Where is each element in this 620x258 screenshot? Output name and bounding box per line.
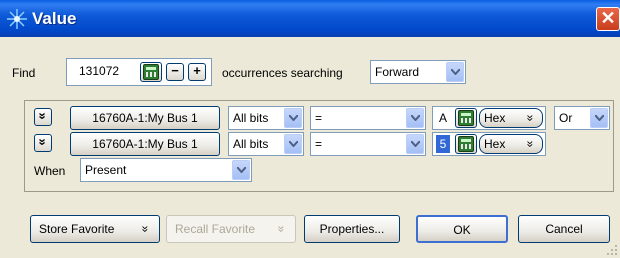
direction-value: Forward (375, 65, 420, 79)
double-chevron-icon: » (138, 225, 153, 233)
value-dialog: Value ✕ Find 131072 − + occurrences sear… (0, 0, 620, 258)
recall-favorite-label: Recall Favorite (175, 222, 256, 236)
row1-bus-button[interactable]: 16760A-1:My Bus 1 (70, 106, 220, 130)
row1-join-value: Or (559, 111, 573, 125)
row2-operator-value: = (315, 137, 323, 151)
row2-operator-select[interactable]: = (310, 132, 426, 156)
find-label: Find (12, 66, 36, 80)
when-select[interactable]: Present (80, 158, 252, 182)
when-value: Present (85, 163, 127, 177)
window-title: Value (32, 9, 77, 28)
chevron-down-icon (406, 134, 424, 154)
row1-calculator-button[interactable] (455, 108, 477, 128)
row1-bits-select[interactable]: All bits (228, 106, 304, 130)
chevron-down-icon (232, 160, 250, 180)
row2-value-input[interactable]: 5 Hex » (432, 132, 546, 156)
cancel-button[interactable]: Cancel (518, 215, 610, 243)
store-favorite-label: Store Favorite (39, 222, 115, 236)
find-count-value: 131072 (79, 64, 120, 78)
row1-bus-label: 16760A-1:My Bus 1 (92, 111, 198, 125)
row2-format-button[interactable]: Hex » (479, 134, 543, 154)
minus-icon: − (171, 63, 179, 78)
chevron-down-icon (284, 108, 302, 128)
recall-favorite-button[interactable]: Recall Favorite » (166, 215, 296, 243)
properties-label: Properties... (319, 222, 385, 236)
row2-bits-value: All bits (233, 137, 269, 151)
calculator-button[interactable] (140, 62, 162, 82)
direction-select[interactable]: Forward (370, 60, 466, 84)
double-chevron-icon: » (523, 140, 538, 148)
calculator-icon (458, 136, 474, 152)
store-favorite-button[interactable]: Store Favorite » (30, 215, 160, 243)
title-bar[interactable]: Value ✕ (0, 0, 620, 37)
calculator-icon (143, 64, 159, 80)
double-chevron-icon: » (523, 114, 538, 122)
decrement-button[interactable]: − (166, 63, 184, 81)
increment-button[interactable]: + (188, 63, 206, 81)
close-button[interactable]: ✕ (596, 7, 620, 31)
close-icon: ✕ (600, 8, 616, 28)
row1-expand-button[interactable]: » (34, 108, 52, 126)
row1-format-button[interactable]: Hex » (479, 108, 543, 128)
double-chevron-icon: » (35, 138, 51, 146)
double-chevron-icon: » (274, 225, 289, 233)
row2-value-text: 5 (436, 135, 450, 153)
calculator-icon (458, 110, 474, 126)
row2-calculator-button[interactable] (455, 134, 477, 154)
chevron-down-icon (284, 134, 302, 154)
row1-value-text: A (439, 111, 448, 125)
occurrences-label: occurrences searching (222, 66, 343, 80)
row1-operator-select[interactable]: = (310, 106, 426, 130)
ok-label: OK (453, 223, 471, 237)
row1-bits-value: All bits (233, 111, 269, 125)
row2-format-label: Hex (484, 137, 506, 151)
chevron-down-icon (446, 62, 464, 82)
row1-format-label: Hex (484, 111, 506, 125)
chevron-down-icon (590, 108, 608, 128)
row1-operator-value: = (315, 111, 323, 125)
ok-button[interactable]: OK (416, 215, 508, 243)
resize-grip-icon[interactable] (606, 244, 618, 256)
row2-bus-label: 16760A-1:My Bus 1 (92, 137, 198, 151)
double-chevron-icon: » (35, 112, 51, 120)
row1-join-select[interactable]: Or (554, 106, 610, 130)
plus-icon: + (193, 63, 201, 78)
when-label: When (34, 164, 66, 178)
sparkle-icon (7, 9, 27, 29)
row1-value-input[interactable]: A Hex » (432, 106, 546, 130)
row2-bits-select[interactable]: All bits (228, 132, 304, 156)
row2-expand-button[interactable]: » (34, 134, 52, 152)
properties-button[interactable]: Properties... (304, 215, 400, 243)
row2-bus-button[interactable]: 16760A-1:My Bus 1 (70, 132, 220, 156)
chevron-down-icon (406, 108, 424, 128)
cancel-label: Cancel (545, 222, 583, 236)
